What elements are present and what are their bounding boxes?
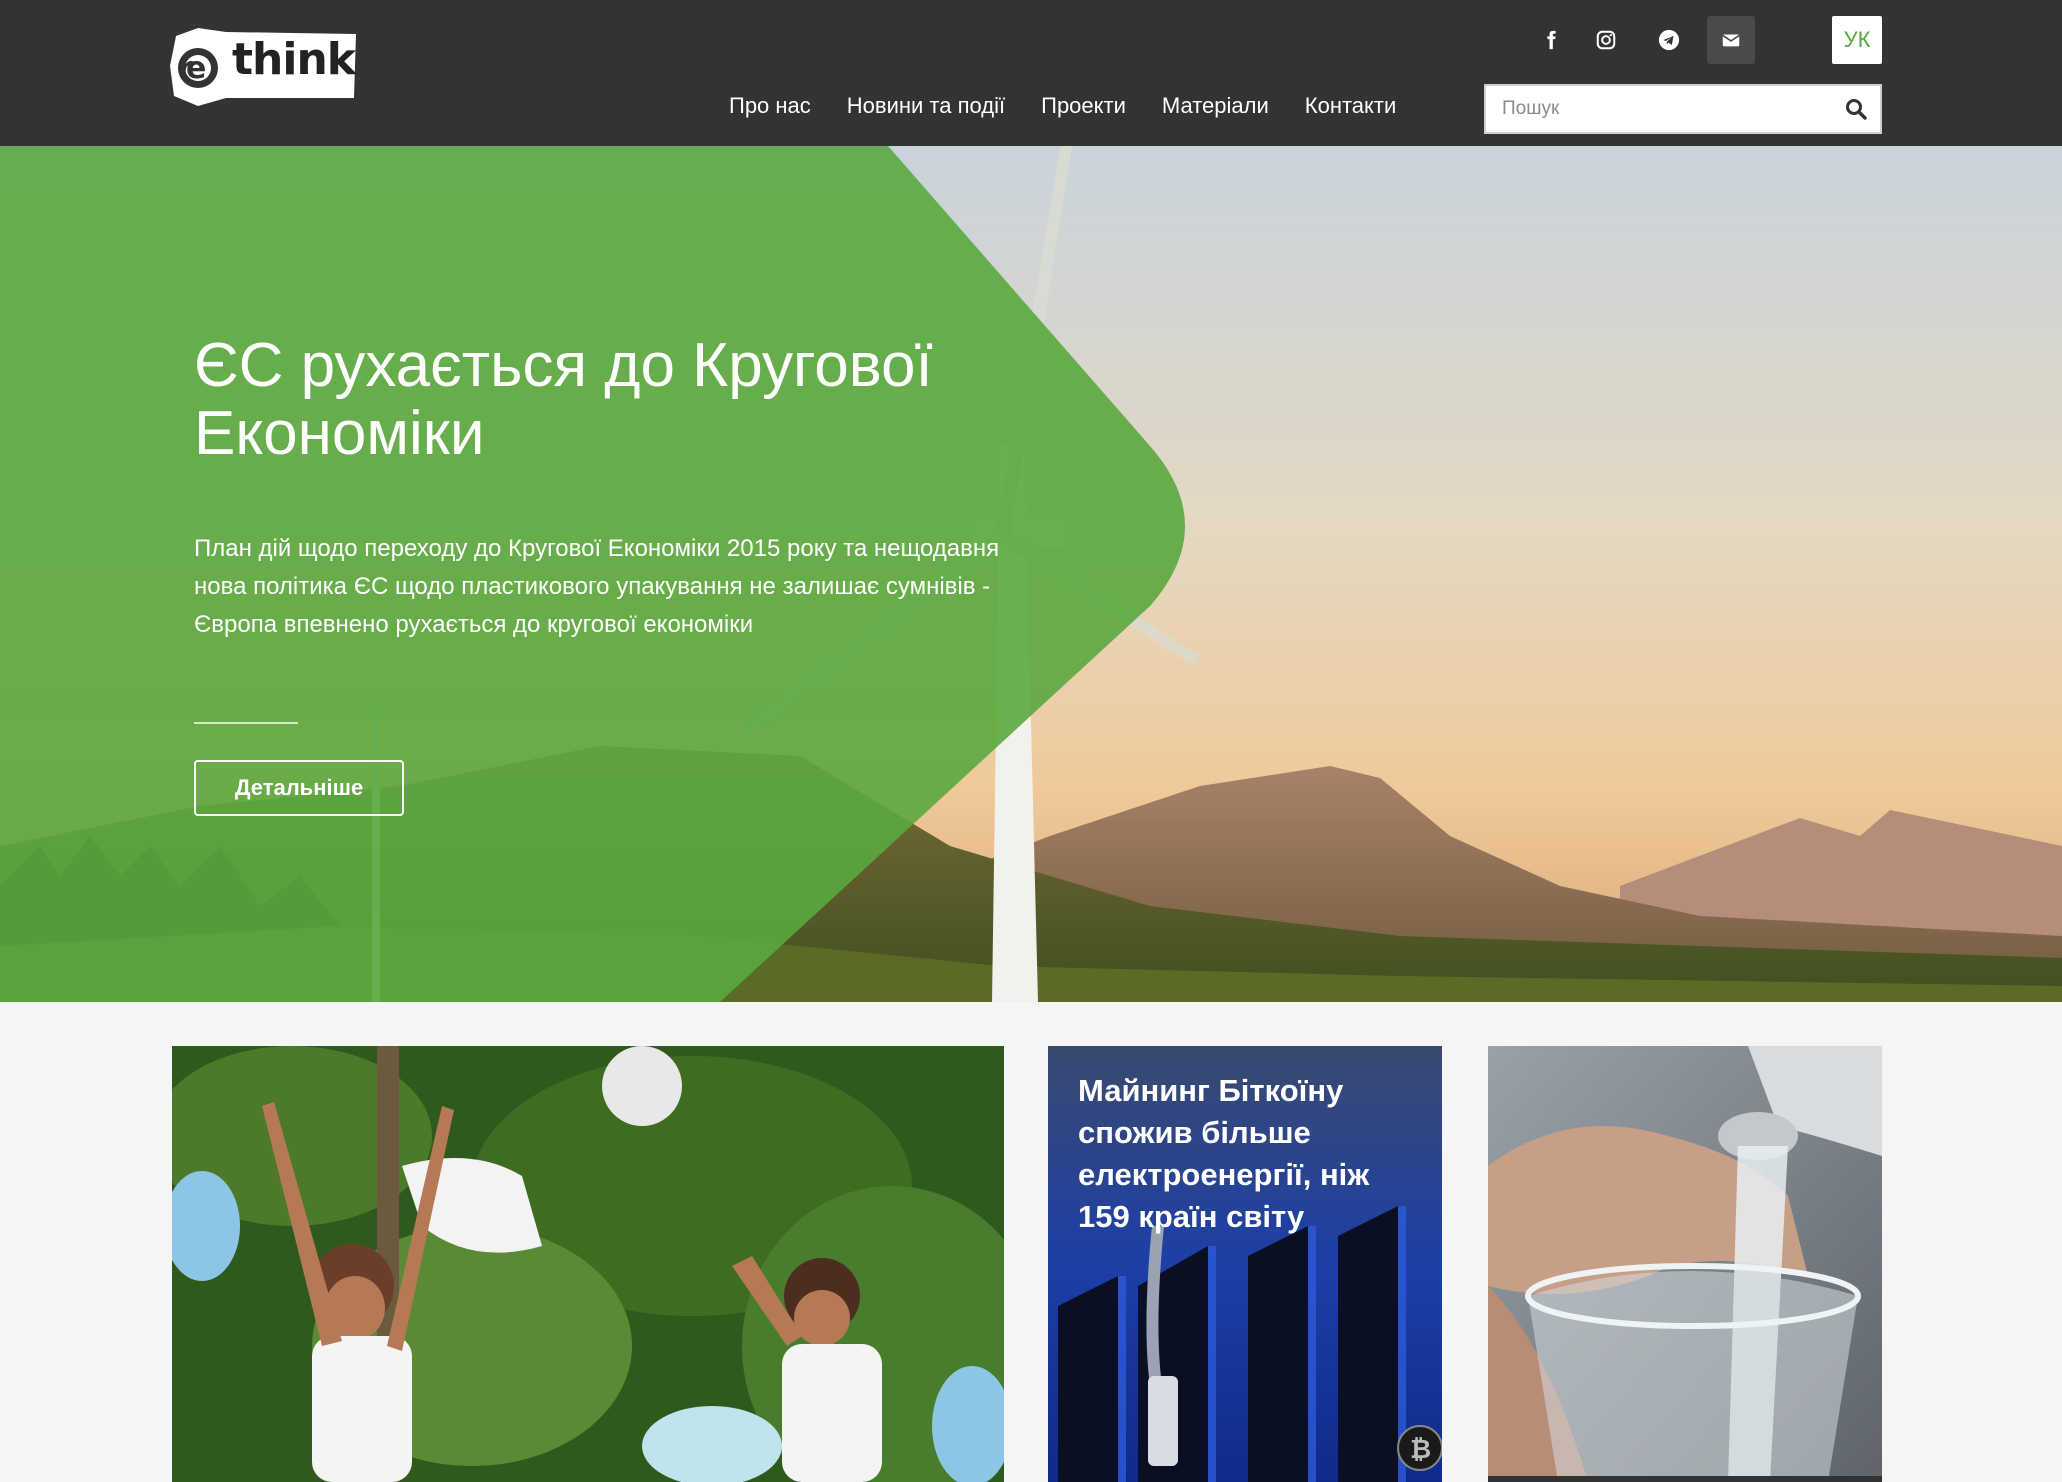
rethink-logo[interactable]: e r think [170, 26, 356, 106]
search-box [1484, 84, 1882, 134]
instagram-link[interactable] [1582, 16, 1630, 64]
card-title-bitcoin: Майнинг Біткоїну спожив більше електроен… [1078, 1073, 1370, 1234]
facebook-link[interactable] [1527, 16, 1575, 64]
main-nav: Про нас Новини та події Проекти Матеріал… [711, 88, 1414, 124]
language-button[interactable]: УК [1832, 16, 1882, 64]
news-card-plastic[interactable] [172, 1046, 1004, 1482]
hero-title: ЄС рухається до Кругової Економіки [194, 331, 933, 468]
hero-description: План дій щодо переходу до Кругової Еконо… [194, 535, 1000, 638]
nav-item-projects[interactable]: Проекти [1023, 88, 1144, 124]
search-icon[interactable] [1844, 97, 1868, 121]
mail-icon [1722, 34, 1740, 47]
card-image-plastic [172, 1046, 1004, 1482]
svg-text:r: r [178, 51, 193, 86]
nav-item-contacts[interactable]: Контакти [1287, 88, 1415, 124]
hero-more-button[interactable]: Детальніше [194, 760, 404, 816]
svg-text:₿: ₿ [1410, 1435, 1431, 1465]
hero-banner: ЄС рухається до Кругової Економіки План … [0, 146, 2062, 1002]
card-image-water [1488, 1046, 1882, 1482]
facebook-icon [1547, 30, 1556, 50]
telegram-icon [1658, 29, 1680, 51]
news-cards: ₿ Майнинг Біткоїну спожив більше електро… [0, 1002, 2062, 1482]
nav-item-news[interactable]: Новини та події [829, 88, 1023, 124]
nav-item-materials[interactable]: Матеріали [1144, 88, 1287, 124]
instagram-icon [1596, 30, 1616, 50]
mail-link[interactable] [1707, 16, 1755, 64]
telegram-link[interactable] [1645, 16, 1693, 64]
search-input[interactable] [1486, 86, 1826, 132]
news-card-water[interactable] [1488, 1046, 1882, 1482]
news-card-bitcoin[interactable]: ₿ Майнинг Біткоїну спожив більше електро… [1048, 1046, 1442, 1482]
site-header: e r think УК Про нас Новини та події Про… [0, 0, 2062, 146]
logo-text: think [232, 34, 356, 85]
hero-divider [194, 722, 298, 724]
nav-item-about[interactable]: Про нас [711, 88, 829, 124]
